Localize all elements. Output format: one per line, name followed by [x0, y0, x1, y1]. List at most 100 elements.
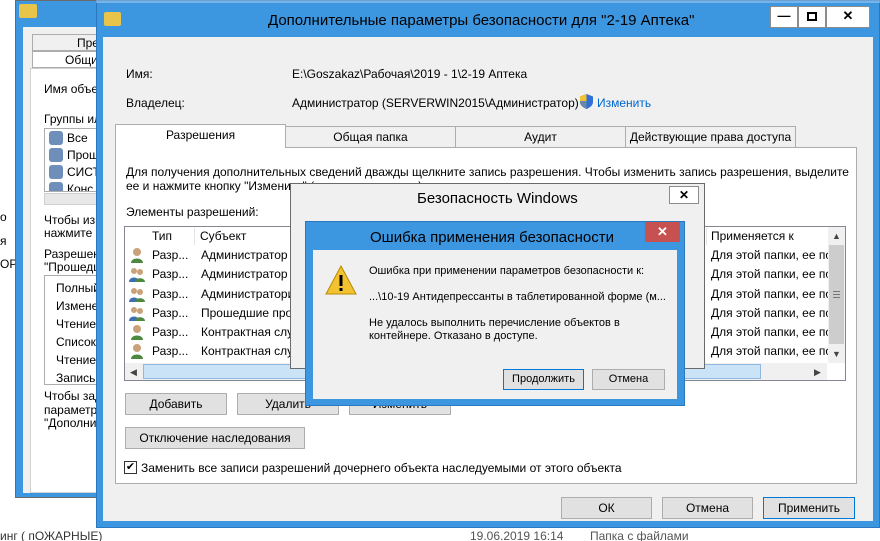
perm-item: Запись: [56, 371, 96, 385]
cell-type: Разр...: [152, 267, 189, 281]
props-object-name-label: Имя объе: [44, 82, 99, 96]
error-message-1: Ошибка при применении параметров безопас…: [369, 265, 645, 277]
error-message-2-line-2: контейнере. Отказано в доступе.: [369, 330, 538, 342]
folder-icon: [19, 4, 37, 18]
bg-bottom-type: Папка с файлами: [590, 529, 689, 541]
perm-item: Чтение: [56, 317, 97, 331]
cell-type: Разр...: [152, 325, 189, 339]
error-cancel-button[interactable]: Отмена: [592, 369, 665, 390]
scroll-left-icon[interactable]: ◀: [126, 364, 141, 380]
group-icon: [49, 148, 63, 162]
props-groups-list: Все Прош СИСТ Конс: [44, 128, 100, 192]
windows-security-close-button[interactable]: ✕: [669, 186, 699, 204]
close-icon: ✕: [842, 8, 854, 23]
user-icon: [130, 343, 144, 359]
add-button[interactable]: Добавить: [125, 393, 227, 415]
perm-item: Полный: [56, 281, 100, 295]
error-message-2-line-1: Не удалось выполнить перечисление объект…: [369, 317, 620, 329]
info-text-line-1: Для получения дополнительных сведений дв…: [126, 165, 849, 179]
error-close-button[interactable]: ✕: [645, 222, 680, 242]
scrollbar-thumb[interactable]: [829, 245, 844, 344]
group-item[interactable]: Прош: [67, 148, 99, 162]
props-perms-for-2: "Прошедш: [44, 260, 103, 274]
minimize-button[interactable]: —: [770, 6, 798, 28]
perm-item: Список: [56, 335, 96, 349]
props-groups-label: Группы ил: [44, 112, 102, 126]
replace-checkbox-label[interactable]: Заменить все записи разрешений дочернего…: [141, 461, 622, 475]
maximize-button[interactable]: [798, 6, 826, 28]
bg-left-fragment-2: я: [0, 234, 7, 248]
scroll-right-icon[interactable]: ▶: [810, 364, 825, 380]
scroll-up-icon[interactable]: ▲: [829, 228, 844, 244]
column-type[interactable]: Тип: [152, 227, 172, 246]
user-icon: [130, 247, 144, 263]
props-perm-list: Полный Измене Чтение Список Чтение Запис…: [44, 275, 100, 385]
group-icon: [129, 266, 145, 282]
warning-icon: [325, 264, 357, 295]
cancel-button[interactable]: Отмена: [662, 497, 753, 519]
group-icon: [49, 182, 63, 191]
perm-item: Чтение: [56, 353, 97, 367]
props-perms-for-1: Разрешен: [44, 247, 100, 261]
uac-shield-icon: [580, 94, 593, 109]
continue-button[interactable]: Продолжить: [503, 369, 584, 390]
cell-applies: Для этой папки, ее по: [711, 248, 829, 262]
error-dialog-title: Ошибка применения безопасности: [370, 229, 614, 246]
minimize-icon: —: [777, 8, 791, 23]
props-tab-frag2[interactable]: Общи: [32, 51, 98, 68]
change-owner-link[interactable]: Изменить: [597, 96, 651, 110]
cell-type: Разр...: [152, 248, 189, 262]
window-title: Дополнительные параметры безопасности дл…: [268, 12, 695, 29]
cell-applies: Для этой папки, ее по: [711, 325, 829, 339]
props-change-text-1: Чтобы изм: [44, 213, 104, 227]
tab-effective-access[interactable]: Действующие права доступа: [625, 126, 796, 148]
group-item[interactable]: СИСТ: [67, 165, 99, 179]
owner-label: Владелец:: [126, 96, 185, 110]
group-icon: [49, 165, 63, 179]
name-label: Имя:: [126, 67, 153, 81]
close-icon: ✕: [657, 224, 668, 239]
cell-applies: Для этой папки, ее по: [711, 344, 829, 358]
perm-item: Измене: [56, 299, 99, 313]
entries-label: Элементы разрешений:: [126, 205, 259, 219]
close-button[interactable]: ✕: [826, 6, 870, 28]
disable-inheritance-button[interactable]: Отключение наследования: [125, 427, 305, 449]
bg-left-fragment-1: о: [0, 210, 7, 224]
user-icon: [130, 324, 144, 340]
tab-permissions[interactable]: Разрешения: [115, 124, 286, 148]
scroll-down-icon[interactable]: ▼: [829, 346, 844, 362]
group-icon: [129, 305, 145, 321]
replace-checkbox[interactable]: ✔: [124, 461, 137, 474]
bg-bottom-left-name: инг ( пОЖАРНЫЕ): [0, 529, 103, 541]
props-special-3: "Дополни: [44, 416, 97, 430]
cell-applies: Для этой папки, ее по: [711, 306, 829, 320]
folder-icon: [104, 12, 121, 26]
props-tab-frag1[interactable]: Пре: [32, 34, 99, 51]
props-change-text-2: нажмите к: [44, 226, 101, 240]
bg-bottom-date: 19.06.2019 16:14: [470, 529, 564, 541]
cell-applies: Для этой папки, ее по: [711, 287, 829, 301]
tab-share[interactable]: Общая папка: [285, 126, 456, 148]
owner-value: Администратор (SERVERWIN2015\Администрат…: [292, 96, 579, 110]
cell-type: Разр...: [152, 287, 189, 301]
maximize-icon: [807, 12, 817, 21]
column-subject[interactable]: Субъект: [200, 227, 246, 246]
props-scrollbar[interactable]: [44, 193, 100, 205]
window-top-strip: [96, 0, 880, 3]
windows-security-title: Безопасность Windows: [417, 190, 578, 207]
ok-button[interactable]: ОК: [561, 497, 652, 519]
error-path: ...\10-19 Антидепрессанты в таблетирован…: [369, 291, 666, 303]
props-special-1: Чтобы зад: [44, 389, 103, 403]
group-icon: [129, 286, 145, 302]
group-icon: [49, 131, 63, 145]
props-special-2: параметр: [44, 403, 98, 417]
close-icon: ✕: [678, 188, 690, 202]
apply-button[interactable]: Применить: [763, 497, 855, 519]
cell-type: Разр...: [152, 306, 189, 320]
tab-audit[interactable]: Аудит: [455, 126, 626, 148]
group-item[interactable]: Конс: [67, 182, 93, 191]
name-value: E:\Goszakaz\Рабочая\2019 - 1\2-19 Аптека: [292, 67, 528, 81]
cell-type: Разр...: [152, 344, 189, 358]
column-applies-to[interactable]: Применяется к: [711, 227, 794, 246]
group-item[interactable]: Все: [67, 131, 88, 145]
